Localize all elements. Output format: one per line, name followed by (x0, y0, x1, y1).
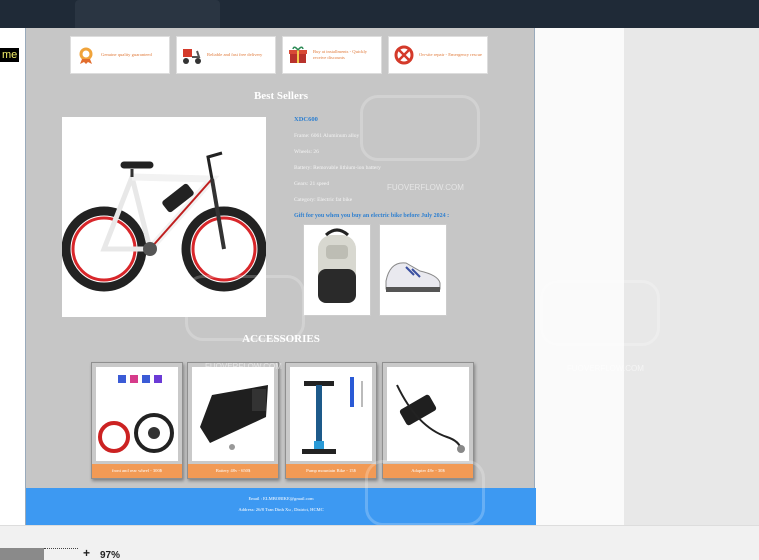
product-spec: Category: Electric fat bike (294, 197, 353, 203)
watermark-text: FUOVERFLOW.COM (387, 183, 464, 192)
accessory-card[interactable]: Battery 48v - 650$ (187, 362, 279, 479)
feature-text: Genuine quality guaranteed (101, 52, 152, 57)
feature-card: Buy at installments - Quickly receive di… (282, 36, 382, 74)
feature-text: On-site repair - Emergency rescue (419, 52, 482, 57)
accessory-card[interactable]: front and rear wheel - 300$ (91, 362, 183, 479)
accessory-caption: Battery 48v - 650$ (188, 464, 278, 478)
battery-image (192, 367, 274, 461)
watermark-logo (365, 460, 485, 526)
watermark-logo (540, 280, 660, 346)
adapter-image (387, 367, 469, 461)
delivery-scooter-icon (181, 44, 203, 66)
pump-image (290, 367, 372, 461)
feature-text: Buy at installments - Quickly receive di… (313, 49, 368, 60)
accessory-card[interactable]: Pump mountain Bike - 15$ (285, 362, 377, 479)
repair-tools-icon (393, 44, 415, 66)
feature-card: Genuine quality guaranteed (70, 36, 170, 74)
watermark-logo (185, 275, 305, 341)
browser-tab[interactable] (75, 0, 220, 28)
browser-top-bar (0, 0, 759, 28)
right-blank-area (535, 28, 624, 525)
thumbnail-divider (44, 548, 78, 549)
gift-backpack-image[interactable] (303, 224, 371, 316)
wheel-kit-image (96, 367, 178, 461)
feature-text: Reliable and fast free delivery (207, 52, 263, 57)
screen: me Genuine quality guaranteed Reliable a… (0, 0, 759, 560)
feature-strip: Genuine quality guaranteed Reliable and … (70, 36, 488, 74)
zoom-in-button[interactable]: + (83, 546, 90, 560)
gift-sneaker-image[interactable] (379, 224, 447, 316)
side-label: me (0, 48, 20, 62)
feature-card: On-site repair - Emergency rescue (388, 36, 488, 74)
watermark-text: FUOVERFLOW.COM (205, 362, 282, 371)
page-thumbnail[interactable] (0, 548, 44, 560)
gift-promo-text: Gift for you when you buy an electric bi… (294, 213, 450, 219)
viewer-bottom-bar: + 97% (0, 525, 759, 560)
right-grey-area (624, 28, 759, 525)
medal-icon (75, 44, 97, 66)
feature-card: Reliable and fast free delivery (176, 36, 276, 74)
accessory-caption: front and rear wheel - 300$ (92, 464, 182, 478)
watermark-logo (360, 95, 480, 161)
accessory-caption: Pump mountain Bike - 15$ (286, 464, 376, 478)
watermark-text: FUOVERFLOW.COM (567, 364, 644, 373)
gift-icon (287, 44, 309, 66)
zoom-level: 97% (100, 550, 121, 560)
product-spec: Battery: Removable lithium-ion battery (294, 165, 381, 171)
